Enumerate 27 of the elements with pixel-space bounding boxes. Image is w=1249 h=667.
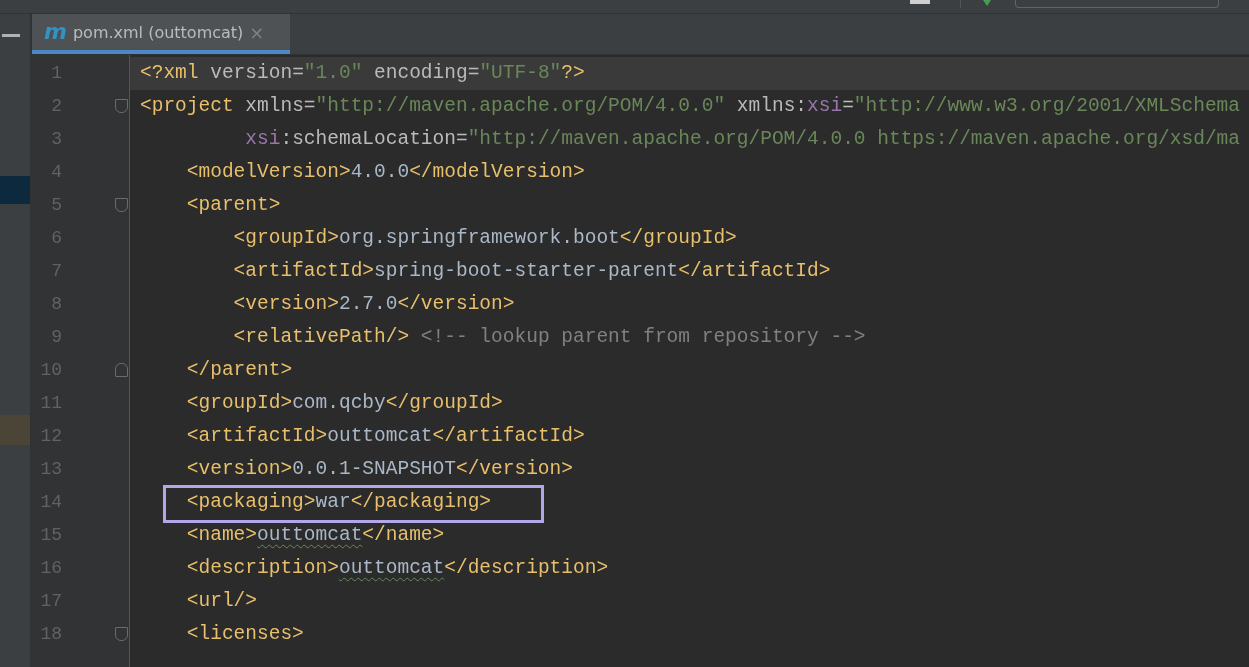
code-line: <licenses> — [185, 623, 304, 645]
code-line: <packaging>war</packaging> — [185, 491, 492, 513]
code-line: </parent> — [185, 359, 293, 381]
maven-icon: m — [44, 21, 67, 43]
fold-icon[interactable] — [115, 99, 128, 113]
code-line: <relativePath/> <!-- lookup parent from repository --> — [232, 326, 866, 348]
tab-title: pom.xml (outtomcat) — [72, 22, 244, 42]
code-line: <url/> — [185, 590, 258, 612]
sidebar-highlight — [0, 415, 30, 445]
code-line: <groupId>org.springframework.boot</groupId> — [232, 227, 737, 249]
code-line: <artifactId>outtomcat</artifactId> — [185, 425, 585, 447]
code-line: <description>outtomcat</description> — [185, 557, 609, 579]
code-line: <name>outtomcat</name> — [185, 524, 445, 546]
code-line: <project xmlns="http://maven.apache.org/POM/4.0.0" xmlns:xsi="http://www.w3.org/2001/XMLSchema — [140, 95, 1241, 117]
code-line: <?xml version="1.0" encoding="UTF-8"?> — [140, 62, 585, 84]
code-line: <parent> — [185, 194, 281, 216]
fold-icon[interactable] — [115, 198, 128, 212]
sidebar-highlight — [0, 176, 30, 204]
code-line: <version>0.0.1-SNAPSHOT</version> — [185, 458, 573, 480]
code-line: <artifactId>spring-boot-starter-parent</artifactId> — [232, 260, 831, 282]
code-line: <modelVersion>4.0.0</modelVersion> — [185, 161, 585, 183]
fold-icon[interactable] — [115, 627, 128, 641]
code-line: <version>2.7.0</version> — [232, 293, 515, 315]
fold-icon[interactable] — [115, 363, 128, 377]
code-line: <groupId>com.qcby</groupId> — [185, 392, 503, 414]
file-tab[interactable]: m pom.xml (outtomcat) × — [32, 14, 290, 54]
code-line: xsi:schemaLocation="http://maven.apache.org/POM/4.0.0 https://maven.apache.org/xsd/ma — [244, 128, 1240, 150]
